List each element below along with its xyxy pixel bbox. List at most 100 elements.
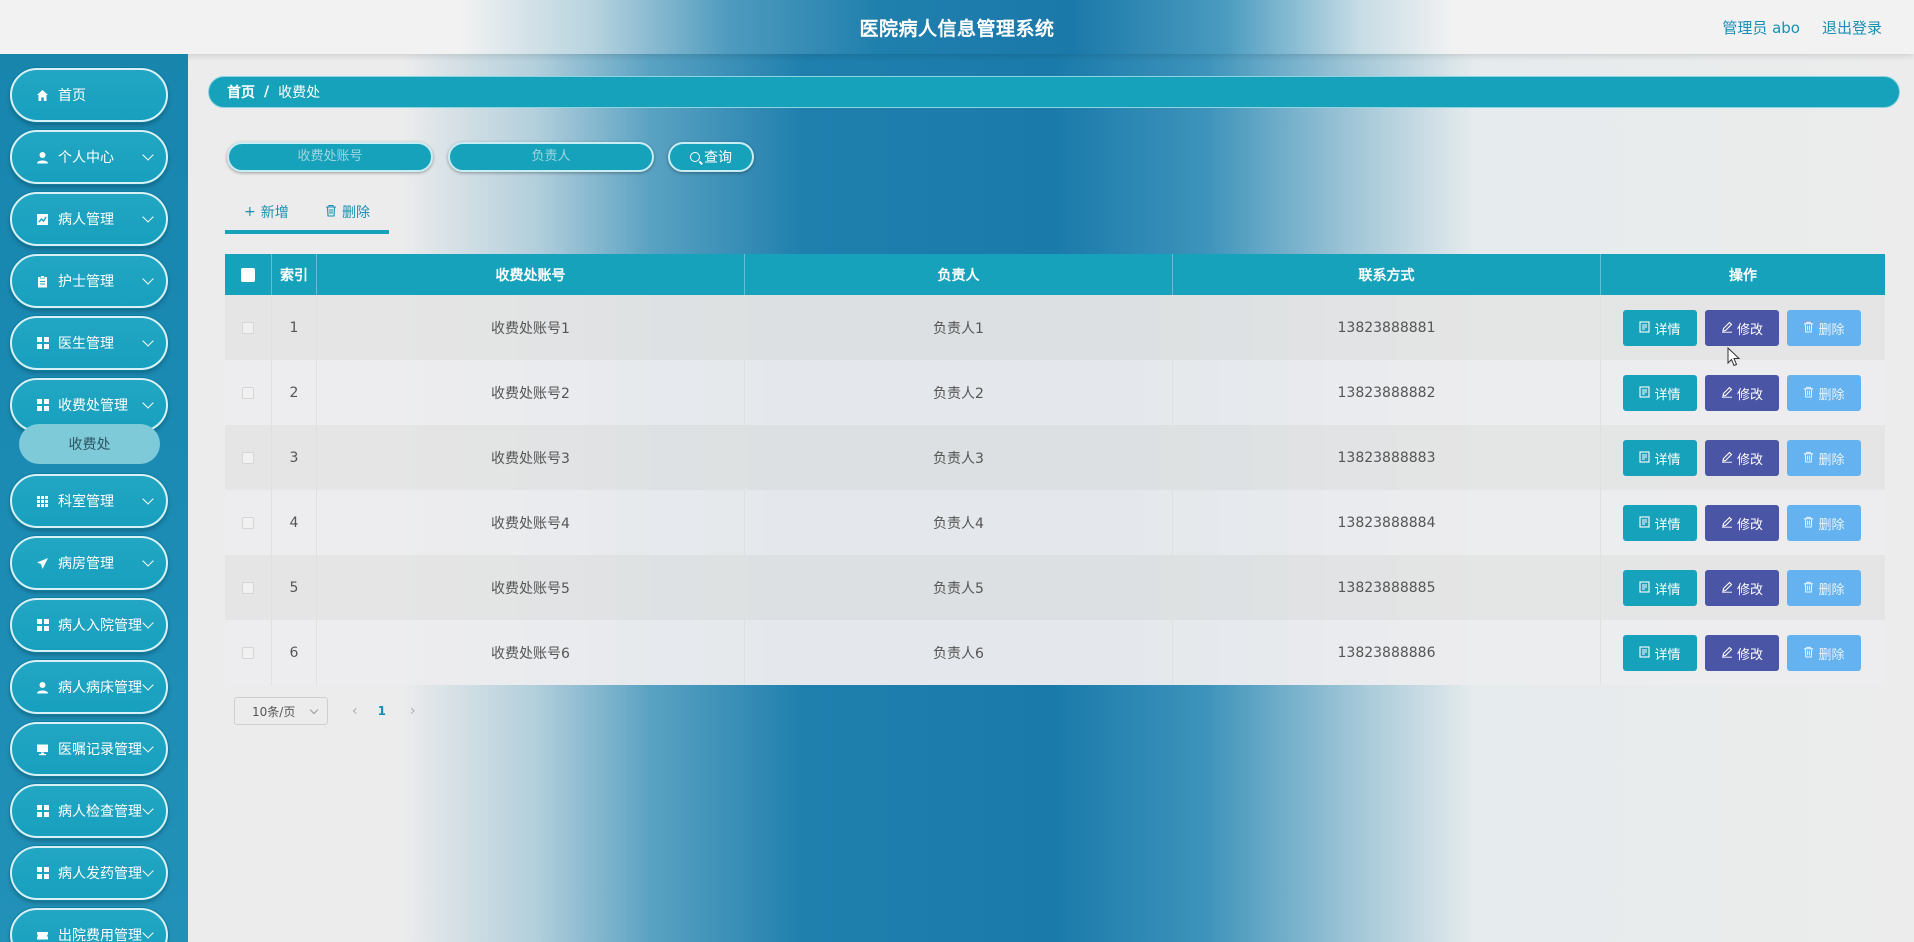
delete-button-label: 删除	[1818, 517, 1845, 533]
pagination: 10条/页 ‹ 1 ›	[234, 697, 416, 725]
detail-button[interactable]: 详情	[1623, 310, 1697, 346]
delete-button-label: 删除	[1818, 452, 1845, 468]
sidebar-item-label: 首页	[58, 88, 86, 104]
add-label: 新增	[260, 205, 289, 221]
row-checkbox[interactable]	[242, 451, 254, 464]
cell-account: 收费处账号4	[317, 490, 745, 555]
column-header: 索引	[272, 254, 317, 295]
delete-button-label: 删除	[1818, 582, 1845, 598]
home-icon	[36, 89, 49, 102]
edit-button[interactable]: 修改	[1705, 310, 1779, 346]
edit-button[interactable]: 修改	[1705, 635, 1779, 671]
detail-button[interactable]: 详情	[1623, 570, 1697, 606]
cell-account: 收费处账号2	[317, 360, 745, 425]
breadcrumb-home[interactable]: 首页	[227, 82, 255, 102]
edit-button[interactable]: 修改	[1705, 505, 1779, 541]
row-select-cell	[225, 490, 272, 555]
admin-label[interactable]: 管理员 abo	[1722, 17, 1800, 38]
sidebar-item-bed-management[interactable]: 病人病床管理	[10, 660, 168, 714]
sidebar-item-doctor-management[interactable]: 医生管理	[10, 316, 168, 370]
row-checkbox[interactable]	[242, 646, 254, 659]
query-button[interactable]: 查询	[668, 142, 754, 172]
sidebar-item-label: 个人中心	[58, 150, 114, 166]
document-icon	[1639, 515, 1651, 531]
sidebar-item-ward-management[interactable]: 病房管理	[10, 536, 168, 590]
detail-button-label: 详情	[1654, 582, 1681, 598]
page-number[interactable]: 1	[378, 704, 386, 718]
add-button[interactable]: + 新增	[244, 202, 289, 222]
delete-button[interactable]: 删除	[1787, 440, 1861, 476]
delete-button[interactable]: 删除	[1787, 570, 1861, 606]
cell-phone: 13823888886	[1173, 620, 1601, 685]
grid-icon	[36, 337, 49, 350]
row-checkbox[interactable]	[242, 581, 254, 594]
detail-button[interactable]: 详情	[1623, 375, 1697, 411]
sidebar-item-label: 医生管理	[58, 336, 114, 352]
table-row: 5 收费处账号5 负责人5 13823888885 详情 修改 删除	[225, 555, 1885, 620]
column-header: 操作	[1729, 267, 1757, 284]
delete-button[interactable]: 删除	[1787, 635, 1861, 671]
delete-button[interactable]: 删除	[1787, 310, 1861, 346]
document-icon	[1639, 450, 1651, 466]
edit-button[interactable]: 修改	[1705, 570, 1779, 606]
sidebar-item-home[interactable]: 首页	[10, 68, 168, 122]
table-row: 3 收费处账号3 负责人3 13823888883 详情 修改 删除	[225, 425, 1885, 490]
person-search-input[interactable]: 负责人	[448, 142, 654, 172]
row-select-cell	[225, 555, 272, 620]
sidebar-item-examination-management[interactable]: 病人检查管理	[10, 784, 168, 838]
account-search-input[interactable]: 收费处账号	[227, 142, 433, 172]
detail-button-label: 详情	[1654, 517, 1681, 533]
row-select-cell	[225, 360, 272, 425]
grid-icon	[36, 805, 49, 818]
sidebar-item-personal-center[interactable]: 个人中心	[10, 130, 168, 184]
sidebar-item-patient-management[interactable]: 病人管理	[10, 192, 168, 246]
delete-button[interactable]: 删除	[1787, 505, 1861, 541]
logout-link[interactable]: 退出登录	[1822, 17, 1882, 38]
pencil-icon	[1721, 581, 1733, 596]
chevron-down-icon	[142, 679, 154, 691]
detail-button[interactable]: 详情	[1623, 635, 1697, 671]
sidebar-item-discharge-fee-management[interactable]: 出院费用管理	[10, 908, 168, 942]
batch-delete-button[interactable]: 删除	[325, 202, 370, 222]
chevron-down-icon	[142, 741, 154, 753]
detail-button-label: 详情	[1654, 387, 1681, 403]
row-checkbox[interactable]	[242, 516, 254, 529]
column-header: 联系方式	[1173, 254, 1601, 295]
detail-button[interactable]: 详情	[1623, 440, 1697, 476]
edit-button-label: 修改	[1736, 452, 1763, 468]
sidebar-item-nurse-management[interactable]: 护士管理	[10, 254, 168, 308]
sidebar-item-label: 病人检查管理	[58, 804, 142, 820]
cell-phone: 13823888884	[1173, 490, 1601, 555]
breadcrumb-separator: /	[264, 84, 270, 100]
edit-button-label: 修改	[1736, 647, 1763, 663]
select-all-checkbox[interactable]	[241, 267, 255, 282]
delete-button[interactable]: 删除	[1787, 375, 1861, 411]
pencil-icon	[1721, 516, 1733, 531]
edit-button[interactable]: 修改	[1705, 375, 1779, 411]
row-checkbox[interactable]	[242, 321, 254, 334]
document-icon	[1639, 580, 1651, 596]
document-icon	[1639, 645, 1651, 661]
next-page-icon[interactable]: ›	[410, 703, 416, 719]
sidebar-item-medication-management[interactable]: 病人发药管理	[10, 846, 168, 900]
sidebar: 首页 个人中心 病人管理 护士管理 医生管理 收费处管理 收费处 科室管理 病房…	[0, 54, 188, 942]
cell-account: 收费处账号3	[317, 425, 745, 490]
page-size-select[interactable]: 10条/页	[234, 697, 328, 725]
sidebar-item-admission-management[interactable]: 病人入院管理	[10, 598, 168, 652]
sidebar-item-medical-order-management[interactable]: 医嘱记录管理	[10, 722, 168, 776]
sidebar-subitem-cashier[interactable]: 收费处	[19, 424, 160, 464]
cell-person: 负责人2	[745, 360, 1173, 425]
prev-page-icon[interactable]: ‹	[352, 703, 358, 719]
edit-button[interactable]: 修改	[1705, 440, 1779, 476]
cell-index: 4	[272, 490, 317, 555]
sidebar-item-label: 病人入院管理	[58, 618, 142, 634]
chevron-down-icon	[142, 927, 154, 939]
sidebar-item-department-management[interactable]: 科室管理	[10, 474, 168, 528]
detail-button-label: 详情	[1654, 647, 1681, 663]
cell-index: 6	[272, 620, 317, 685]
row-checkbox[interactable]	[242, 386, 254, 399]
chevron-down-icon	[142, 865, 154, 877]
sidebar-item-label: 收费处管理	[58, 398, 128, 414]
detail-button[interactable]: 详情	[1623, 505, 1697, 541]
breadcrumb: 首页 / 收费处	[208, 76, 1900, 108]
